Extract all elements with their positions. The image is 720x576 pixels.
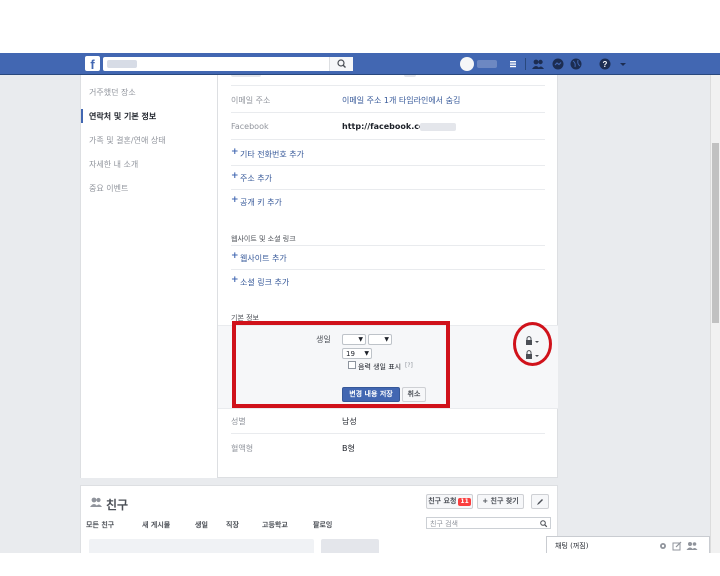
divider bbox=[231, 165, 545, 166]
add-phone-link[interactable]: 기타 전화번호 추가 bbox=[240, 149, 304, 160]
friend-requests-button[interactable]: 친구 요청 11 bbox=[426, 494, 473, 509]
email-hidden-link[interactable]: 이메일 주소 1개 타임라인에서 숨김 bbox=[342, 95, 460, 106]
email-label: 이메일 주소 bbox=[231, 96, 271, 105]
add-social-plus-icon: + bbox=[231, 275, 239, 285]
contact-info-panel: 이메일 주소 이메일 주소 1개 타임라인에서 숨김 Facebook http… bbox=[217, 75, 558, 478]
friend-search-placeholder: 친구 검색 bbox=[430, 520, 458, 528]
friend-requests-count-badge: 11 bbox=[458, 498, 471, 506]
sidebar-item-family[interactable]: 가족 및 결혼/연애 상태 bbox=[89, 135, 166, 146]
search-icon bbox=[540, 520, 548, 528]
gender-value: 남성 bbox=[342, 417, 357, 426]
tab-high-school[interactable]: 고등학교 bbox=[262, 520, 288, 530]
websites-section-title: 웹사이트 및 소셜 링크 bbox=[231, 235, 296, 243]
profile-avatar[interactable] bbox=[460, 57, 474, 71]
divider bbox=[231, 245, 545, 246]
scrollbar-thumb[interactable] bbox=[712, 143, 719, 323]
help-icon[interactable]: ? bbox=[598, 57, 612, 71]
search-button[interactable] bbox=[329, 57, 353, 71]
sidebar-item-life-events[interactable]: 중요 이벤트 bbox=[89, 183, 128, 194]
content-area: 거주했던 장소 연락처 및 기본 정보 가족 및 결혼/연애 상태 자세한 내 … bbox=[0, 75, 710, 553]
friends-icon bbox=[90, 497, 102, 507]
tab-following[interactable]: 팔로잉 bbox=[313, 520, 332, 530]
tab-birthdays[interactable]: 생일 bbox=[195, 520, 208, 530]
divider bbox=[231, 139, 545, 140]
tab-recent[interactable]: 새 게시물 bbox=[142, 520, 170, 530]
add-phone-plus-icon: + bbox=[231, 147, 239, 157]
divider bbox=[231, 189, 545, 190]
nav-divider bbox=[525, 58, 526, 70]
sidebar-item-places[interactable]: 거주했던 장소 bbox=[89, 87, 136, 98]
chat-bar[interactable]: 채팅 (꺼짐) bbox=[546, 536, 710, 553]
screenshot-stage: f ? 거주했던 장소 연락처 및 기본 정보 가족 및 결혼/연애 상태 자세… bbox=[0, 0, 720, 576]
compose-icon[interactable] bbox=[672, 541, 682, 551]
search-query-redacted bbox=[107, 60, 137, 68]
friend-requests-label: 친구 요청 bbox=[428, 497, 457, 505]
group-chat-icon[interactable] bbox=[686, 541, 698, 551]
gear-icon[interactable] bbox=[658, 541, 668, 551]
svg-text:?: ? bbox=[603, 60, 608, 69]
pencil-icon bbox=[537, 499, 543, 505]
search-bar[interactable] bbox=[103, 57, 353, 71]
profile-name-redacted[interactable] bbox=[477, 60, 497, 68]
divider bbox=[231, 269, 545, 270]
home-icon[interactable] bbox=[508, 59, 518, 69]
blood-type-value: B형 bbox=[342, 444, 355, 453]
add-website-link[interactable]: 웹사이트 추가 bbox=[240, 253, 287, 264]
facebook-username-redacted bbox=[420, 123, 456, 131]
friend-requests-icon[interactable] bbox=[531, 57, 545, 71]
gender-label: 성별 bbox=[231, 417, 246, 426]
friend-card-preview[interactable] bbox=[321, 539, 379, 553]
friend-search-input[interactable]: 친구 검색 bbox=[426, 517, 551, 529]
tab-work[interactable]: 직장 bbox=[226, 520, 239, 530]
divider bbox=[231, 85, 545, 86]
find-friends-button[interactable]: + 친구 찾기 bbox=[477, 494, 524, 509]
tab-all-friends[interactable]: 모든 친구 bbox=[86, 520, 114, 530]
add-website-plus-icon: + bbox=[231, 251, 239, 261]
blood-type-label: 혈액형 bbox=[231, 444, 254, 453]
sidebar-item-contact[interactable]: 연락처 및 기본 정보 bbox=[89, 111, 156, 122]
edit-friends-button[interactable] bbox=[531, 494, 549, 509]
chat-status-label: 채팅 (꺼짐) bbox=[555, 542, 589, 550]
messages-icon[interactable] bbox=[551, 57, 565, 71]
facebook-label: Facebook bbox=[231, 122, 269, 131]
cut-off-row-value bbox=[404, 75, 416, 77]
divider bbox=[231, 433, 545, 434]
top-margin bbox=[0, 0, 720, 53]
page-scrollbar[interactable] bbox=[710, 75, 720, 553]
search-icon bbox=[337, 59, 346, 68]
notifications-globe-icon[interactable] bbox=[569, 57, 583, 71]
friend-card-preview[interactable] bbox=[89, 539, 314, 553]
add-address-link[interactable]: 주소 추가 bbox=[240, 173, 272, 184]
sidebar-item-details[interactable]: 자세한 내 소개 bbox=[89, 159, 138, 170]
annotation-highlight-circle bbox=[513, 322, 552, 366]
friends-title: 친구 bbox=[106, 498, 129, 512]
friends-section: 친구 친구 요청 11 + 친구 찾기 모든 친구 새 게시물 생일 직장 고등학… bbox=[80, 485, 558, 553]
facebook-logo-icon[interactable]: f bbox=[85, 56, 100, 71]
account-menu-chevron-down-icon[interactable] bbox=[616, 57, 630, 71]
divider bbox=[231, 112, 545, 113]
bottom-margin bbox=[0, 553, 720, 576]
top-navbar: f ? bbox=[0, 53, 720, 75]
add-key-plus-icon: + bbox=[231, 195, 239, 205]
add-address-plus-icon: + bbox=[231, 171, 239, 181]
about-sidebar: 거주했던 장소 연락처 및 기본 정보 가족 및 결혼/연애 상태 자세한 내 … bbox=[80, 75, 217, 478]
add-social-link[interactable]: 소셜 링크 추가 bbox=[240, 277, 289, 288]
annotation-highlight-box bbox=[232, 321, 450, 408]
cut-off-row-label bbox=[231, 75, 261, 77]
sidebar-active-indicator bbox=[81, 109, 83, 123]
add-public-key-link[interactable]: 공개 키 추가 bbox=[240, 197, 282, 208]
